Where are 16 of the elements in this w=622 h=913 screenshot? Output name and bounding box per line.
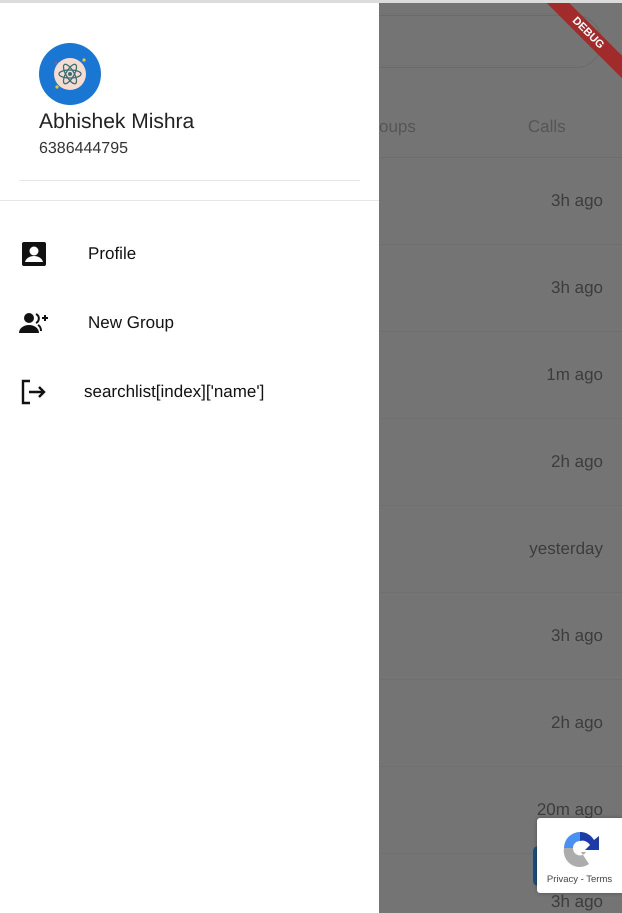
timestamp: 2h ago <box>551 713 603 733</box>
phone-number: 6386444795 <box>39 140 129 158</box>
timestamp: 3h ago <box>551 278 603 298</box>
timestamp: 2h ago <box>551 452 603 472</box>
timestamp: 3h ago <box>551 892 603 912</box>
user-name: Abhishek Mishra <box>39 110 196 134</box>
timestamp: yesterday <box>529 539 603 559</box>
timestamp: 3h ago <box>551 626 603 646</box>
drawer-item[interactable]: searchlist[index]['name'] <box>84 382 264 402</box>
avatar-icon <box>39 43 101 105</box>
drawer-item[interactable]: Profile <box>88 244 136 264</box>
timestamp: 1m ago <box>546 365 603 385</box>
timestamp: 3h ago <box>551 191 603 211</box>
drawer-item[interactable]: New Group <box>88 312 174 332</box>
timestamp: 20m ago <box>536 800 603 820</box>
privacy-terms-link[interactable]: Privacy - Terms <box>546 874 612 885</box>
